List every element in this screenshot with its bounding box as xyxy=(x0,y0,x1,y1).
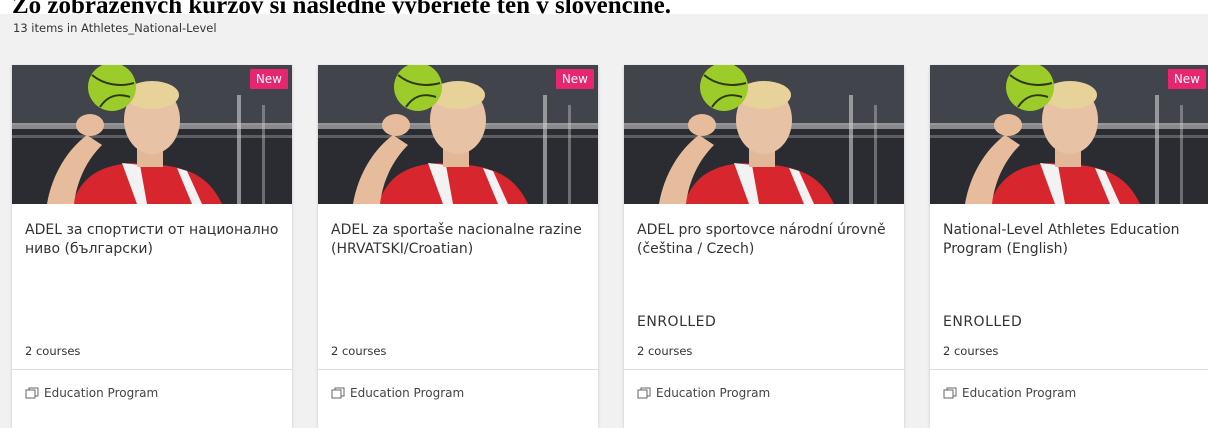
courses-count: 2 courses xyxy=(331,344,387,358)
new-badge: New xyxy=(1167,69,1206,89)
card-type: Education Program xyxy=(637,386,770,400)
card-divider xyxy=(624,369,904,370)
course-card[interactable]: New National-Level Athletes Education Pr… xyxy=(930,65,1208,428)
course-title[interactable]: ADEL pro sportovce národní úrovně (češti… xyxy=(637,221,892,259)
course-card[interactable]: New ADEL za sportaše nacionalne razine (… xyxy=(318,65,598,428)
card-type-label: Education Program xyxy=(44,386,159,400)
learning-program-icon xyxy=(331,387,345,399)
card-divider xyxy=(318,369,598,370)
course-card[interactable]: New ADEL за спортисти от национално ниво… xyxy=(12,65,292,428)
learning-program-icon xyxy=(943,387,957,399)
card-divider xyxy=(930,369,1208,370)
card-type-label: Education Program xyxy=(656,386,771,400)
course-title[interactable]: National-Level Athletes Education Progra… xyxy=(943,221,1198,259)
card-type: Education Program xyxy=(25,386,158,400)
courses-count: 2 courses xyxy=(637,344,693,358)
new-badge: New xyxy=(249,69,288,89)
course-thumbnail[interactable]: New xyxy=(318,65,598,204)
course-title[interactable]: ADEL za sportaše nacionalne razine (HRVA… xyxy=(331,221,586,259)
card-type-label: Education Program xyxy=(962,386,1077,400)
enrolled-status: ENROLLED xyxy=(637,314,717,330)
learning-program-icon xyxy=(637,387,651,399)
card-type: Education Program xyxy=(331,386,464,400)
enrolled-status: ENROLLED xyxy=(943,314,1023,330)
card-type: Education Program xyxy=(943,386,1076,400)
card-divider xyxy=(12,369,292,370)
items-count: 13 items in Athletes_National-Level xyxy=(13,21,217,35)
course-card[interactable]: ADEL pro sportovce národní úrovně (češti… xyxy=(624,65,904,428)
course-title[interactable]: ADEL за спортисти от национално ниво (бъ… xyxy=(25,221,280,259)
new-badge: New xyxy=(555,69,594,89)
course-thumbnail[interactable]: New xyxy=(930,65,1208,204)
courses-count: 2 courses xyxy=(943,344,999,358)
course-thumbnail[interactable] xyxy=(624,65,904,204)
courses-count: 2 courses xyxy=(25,344,81,358)
learning-program-icon xyxy=(25,387,39,399)
course-thumbnail[interactable]: New xyxy=(12,65,292,204)
card-type-label: Education Program xyxy=(350,386,465,400)
